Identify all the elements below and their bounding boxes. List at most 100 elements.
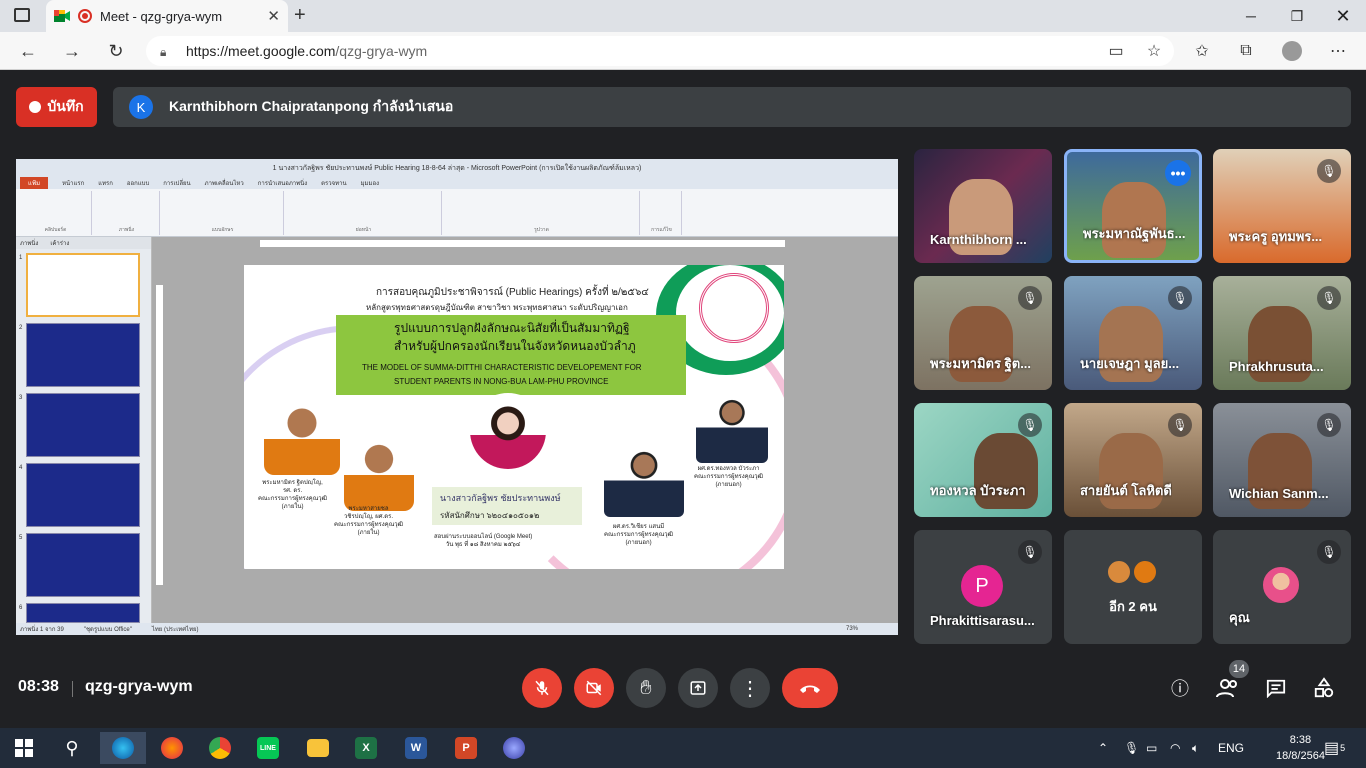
- notification-center-icon[interactable]: ▤ 5: [1324, 728, 1345, 768]
- ribbon-group: ภาพนิ่ง: [94, 191, 160, 235]
- recording-indicator-icon: [78, 9, 92, 23]
- ribbon-group: แบบอักษร: [162, 191, 284, 235]
- ppt-ribbon: คลิปบอร์ด ภาพนิ่ง แบบอักษร ย่อหน้า รูปวา…: [16, 189, 898, 237]
- leave-call-button[interactable]: [782, 668, 838, 708]
- hang-up-icon: [800, 685, 820, 693]
- participant-tile[interactable]: 🎙︎ สายยันต์ โลหิตดี: [1064, 403, 1202, 517]
- mic-toggle-button[interactable]: [522, 668, 562, 708]
- participant-tile[interactable]: 🎙︎ Phrakhrusuta...: [1213, 276, 1351, 390]
- forward-arrow-icon[interactable]: →: [58, 38, 86, 64]
- favorites-icon[interactable]: ✩: [1190, 40, 1214, 62]
- reload-icon[interactable]: ↻: [102, 38, 130, 64]
- divider: [72, 681, 73, 697]
- participant-video: [1102, 182, 1166, 258]
- slide-thumbnail: [26, 253, 140, 317]
- participant-tile[interactable]: 🎙︎ พระมหามิตร ฐิต...: [914, 276, 1052, 390]
- slide-thumbnail: [26, 463, 140, 527]
- activities-icon[interactable]: [1312, 676, 1336, 700]
- add-favorite-icon[interactable]: ☆: [1142, 40, 1166, 62]
- minimize-icon[interactable]: ─: [1228, 0, 1274, 32]
- firefox-taskbar-icon[interactable]: [152, 732, 192, 764]
- mic-off-icon: 🎙︎: [1317, 413, 1341, 437]
- sidebar-toggle-icon[interactable]: [14, 8, 30, 22]
- more-options-icon[interactable]: •••: [1165, 160, 1191, 186]
- presenter-name: นางสาวกัลฐิพร ชัยประทานพงษ์: [440, 493, 561, 503]
- participant-tile[interactable]: ••• พระมหาณัฐพันธ...: [1064, 149, 1202, 263]
- more-options-button[interactable]: ⋮: [730, 668, 770, 708]
- more-menu-icon[interactable]: ⋯: [1326, 40, 1350, 62]
- presenting-banner: K Karnthibhorn Chaipratanpong กำลังนำเสน…: [113, 87, 1351, 127]
- app-taskbar-icon[interactable]: [494, 732, 534, 764]
- committee-caption: ผศ.ดร.วิเชียร แสนมี คณะกรรมการผู้ทรงคุณวุ…: [604, 524, 674, 546]
- back-arrow-icon[interactable]: ←: [14, 38, 42, 64]
- show-hidden-icons[interactable]: ⌃: [1098, 728, 1108, 768]
- record-button[interactable]: บันทึก: [16, 87, 97, 127]
- collections-icon[interactable]: ⧉: [1234, 40, 1258, 62]
- ribbon-group: ย่อหน้า: [286, 191, 442, 235]
- chrome-taskbar-icon[interactable]: [200, 732, 240, 764]
- excel-taskbar-icon[interactable]: X: [346, 732, 386, 764]
- chat-icon[interactable]: [1264, 676, 1288, 700]
- thai-title-line1: รูปแบบการปลูกฝังลักษณะนิสัยที่เป็นสัมมาท…: [394, 321, 630, 335]
- camera-toggle-button[interactable]: [574, 668, 614, 708]
- line-taskbar-icon[interactable]: LINE: [248, 732, 288, 764]
- mic-off-icon: 🎙︎: [1317, 286, 1341, 310]
- record-dot-icon: [29, 101, 42, 113]
- volume-icon[interactable]: 🔈︎: [1192, 728, 1199, 768]
- wifi-icon[interactable]: ◠: [1170, 728, 1180, 768]
- close-window-icon[interactable]: ✕: [1320, 0, 1366, 32]
- english-title-line2: STUDENT PARENTS IN NONG-BUA LAM-PHU PROV…: [394, 377, 609, 386]
- ppt-tab: แทรก: [98, 181, 113, 187]
- ribbon-group: การแก้ไข: [642, 191, 682, 235]
- participant-count-badge: 14: [1229, 660, 1249, 678]
- taskbar: ⚲ LINE X W P ⌃ 🎙︎ ▭ ◠ 🔈︎ ENG 8:38 18/8/2…: [0, 728, 1366, 768]
- file-explorer-taskbar-icon[interactable]: [298, 732, 338, 764]
- thai-title-line2: สำหรับผู้ปกครองนักเรียนในจังหวัดหนองบัวล…: [394, 339, 636, 353]
- meeting-details-icon[interactable]: ⓘ: [1168, 676, 1192, 700]
- self-avatar: [1261, 565, 1301, 605]
- participant-tile[interactable]: 🎙︎ ทองหวล บัวระภา: [914, 403, 1052, 517]
- notification-count: 5: [1340, 743, 1346, 753]
- ppt-tab: มุมมอง: [360, 181, 379, 187]
- url-field[interactable]: 🔒︎ https://meet.google.com/qzg-grya-wym: [146, 36, 1174, 66]
- participant-tile[interactable]: Karnthibhorn ...: [914, 149, 1052, 263]
- self-tile[interactable]: 🎙︎ คุณ: [1213, 530, 1351, 644]
- participant-tile[interactable]: P 🎙︎ Phrakittisarasu...: [914, 530, 1052, 644]
- people-icon[interactable]: [1216, 676, 1240, 700]
- windows-icon: [15, 739, 33, 757]
- participant-tile[interactable]: 🎙︎ Wichian Sanm...: [1213, 403, 1351, 517]
- battery-icon[interactable]: ▭: [1146, 728, 1157, 768]
- profile-avatar-icon[interactable]: [1280, 40, 1304, 62]
- new-tab-button[interactable]: +: [294, 4, 306, 27]
- slide-number: 2: [19, 325, 23, 331]
- university-seal-icon: [699, 273, 769, 343]
- raise-hand-button[interactable]: ✋︎: [626, 668, 666, 708]
- word-taskbar-icon[interactable]: W: [396, 732, 436, 764]
- mic-off-icon: 🎙︎: [1317, 159, 1341, 183]
- present-button[interactable]: [678, 668, 718, 708]
- participant-name: Phrakhrusuta...: [1229, 359, 1324, 374]
- edge-taskbar-icon[interactable]: [100, 732, 146, 764]
- system-clock[interactable]: 8:38 18/8/2564: [1276, 732, 1325, 764]
- committee-photo: [604, 441, 684, 517]
- present-screen-icon: [690, 681, 706, 695]
- participant-tile[interactable]: 🎙︎ พระครู อุทมพร...: [1213, 149, 1351, 263]
- language-indicator[interactable]: ENG: [1218, 728, 1244, 768]
- microphone-tray-icon[interactable]: 🎙︎: [1124, 728, 1139, 768]
- browser-tab[interactable]: Meet - qzg-grya-wym ✕: [46, 0, 288, 32]
- record-label: บันทึก: [47, 98, 84, 114]
- mic-off-icon: 🎙︎: [1018, 540, 1042, 564]
- camera-blocked-icon[interactable]: ▭: [1104, 40, 1128, 62]
- panel-tab: ภาพนิ่ง: [20, 241, 39, 247]
- powerpoint-taskbar-icon[interactable]: P: [446, 732, 486, 764]
- panel-tab: เค้าร่าง: [50, 241, 70, 247]
- url-host: https://meet.google.com: [186, 43, 336, 59]
- ppt-tab: ภาพเคลื่อนไหว: [204, 181, 244, 187]
- search-icon[interactable]: ⚲: [52, 732, 92, 764]
- start-button[interactable]: [4, 732, 44, 764]
- more-participants-tile[interactable]: อีก 2 คน: [1064, 530, 1202, 644]
- close-tab-icon[interactable]: ✕: [267, 7, 280, 25]
- participant-tile[interactable]: 🎙︎ นายเจษฎา มูลย...: [1064, 276, 1202, 390]
- participant-name: Wichian Sanm...: [1229, 486, 1329, 501]
- maximize-icon[interactable]: ❐: [1274, 0, 1320, 32]
